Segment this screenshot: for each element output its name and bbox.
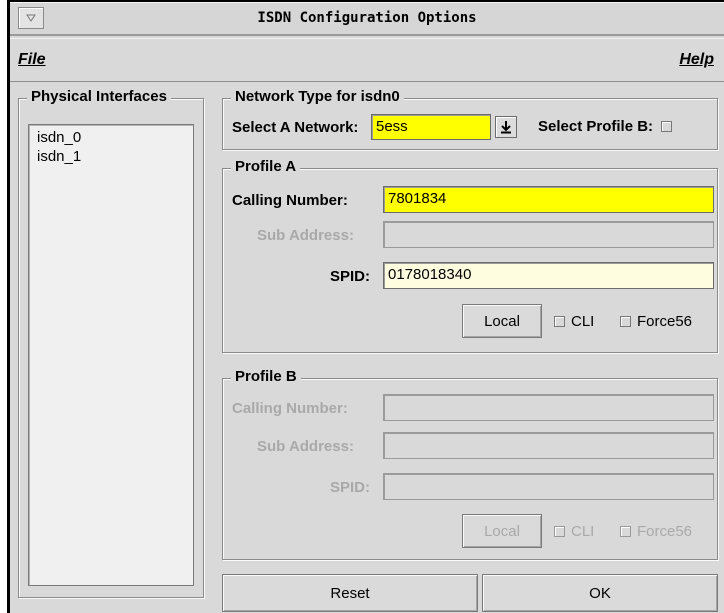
checkbox-box[interactable]: [554, 526, 565, 537]
profile-a-force56-checkbox[interactable]: Force56: [620, 313, 692, 330]
profile-b-calling-number-input[interactable]: [383, 394, 714, 421]
profile-b-sub-address-label: Sub Address:: [257, 438, 354, 455]
profile-b-title: Profile B: [231, 368, 301, 385]
window-title: ISDN Configuration Options: [257, 10, 477, 26]
reset-button[interactable]: Reset: [222, 574, 478, 612]
profile-b-calling-number-label: Calling Number:: [232, 400, 348, 417]
physical-interfaces-title: Physical Interfaces: [27, 88, 171, 105]
profile-a-sub-address-label: Sub Address:: [257, 227, 354, 244]
window-frame-edge: [0, 0, 10, 613]
profile-a-title: Profile A: [231, 158, 301, 175]
profile-b-local-button[interactable]: Local: [462, 514, 542, 548]
profile-a-sub-address-input[interactable]: [383, 221, 714, 248]
list-item-isdn-0[interactable]: isdn_0: [29, 127, 193, 146]
profile-a-spid-label: SPID:: [330, 268, 371, 285]
profile-a-calling-number-label: Calling Number:: [232, 192, 348, 209]
menu-help[interactable]: Help: [679, 51, 714, 69]
profile-b-sub-address-input[interactable]: [383, 432, 714, 459]
download-arrow-icon[interactable]: [495, 116, 517, 138]
network-select-field[interactable]: 5ess: [371, 114, 491, 140]
profile-b-cli-checkbox[interactable]: CLI: [554, 523, 594, 540]
profile-a-cli-checkbox[interactable]: CLI: [554, 313, 594, 330]
profile-b-cli-label: CLI: [571, 523, 595, 540]
network-type-title: Network Type for isdn0: [231, 88, 404, 105]
profile-a-local-button[interactable]: Local: [462, 304, 542, 338]
profile-a-spid-input[interactable]: 0178018340: [383, 262, 714, 289]
checkbox-box[interactable]: [620, 316, 631, 327]
checkbox-box[interactable]: [554, 316, 565, 327]
profile-b-force56-checkbox[interactable]: Force56: [620, 523, 692, 540]
physical-interfaces-list[interactable]: isdn_0 isdn_1: [28, 124, 194, 586]
isdn-configuration-window: ISDN Configuration Options File Help Phy…: [10, 0, 724, 613]
checkbox-box[interactable]: [661, 121, 673, 132]
title-bar[interactable]: ISDN Configuration Options: [10, 2, 724, 36]
menu-bar: File Help: [10, 38, 724, 82]
profile-b-spid-label: SPID:: [330, 479, 371, 496]
checkbox-box[interactable]: [620, 526, 631, 537]
profile-b-force56-label: Force56: [637, 523, 693, 540]
menu-file[interactable]: File: [18, 51, 46, 69]
select-profile-b-label: Select Profile B:: [538, 118, 654, 135]
select-network-label: Select A Network:: [232, 119, 359, 136]
profile-a-force56-label: Force56: [637, 313, 693, 330]
select-profile-b-checkbox[interactable]: Select Profile B:: [538, 118, 673, 135]
profile-a-calling-number-input[interactable]: 7801834: [383, 186, 714, 213]
profile-b-spid-input[interactable]: [383, 473, 714, 500]
list-item-isdn-1[interactable]: isdn_1: [29, 146, 193, 165]
ok-button[interactable]: OK: [482, 574, 718, 612]
profile-a-cli-label: CLI: [571, 313, 595, 330]
